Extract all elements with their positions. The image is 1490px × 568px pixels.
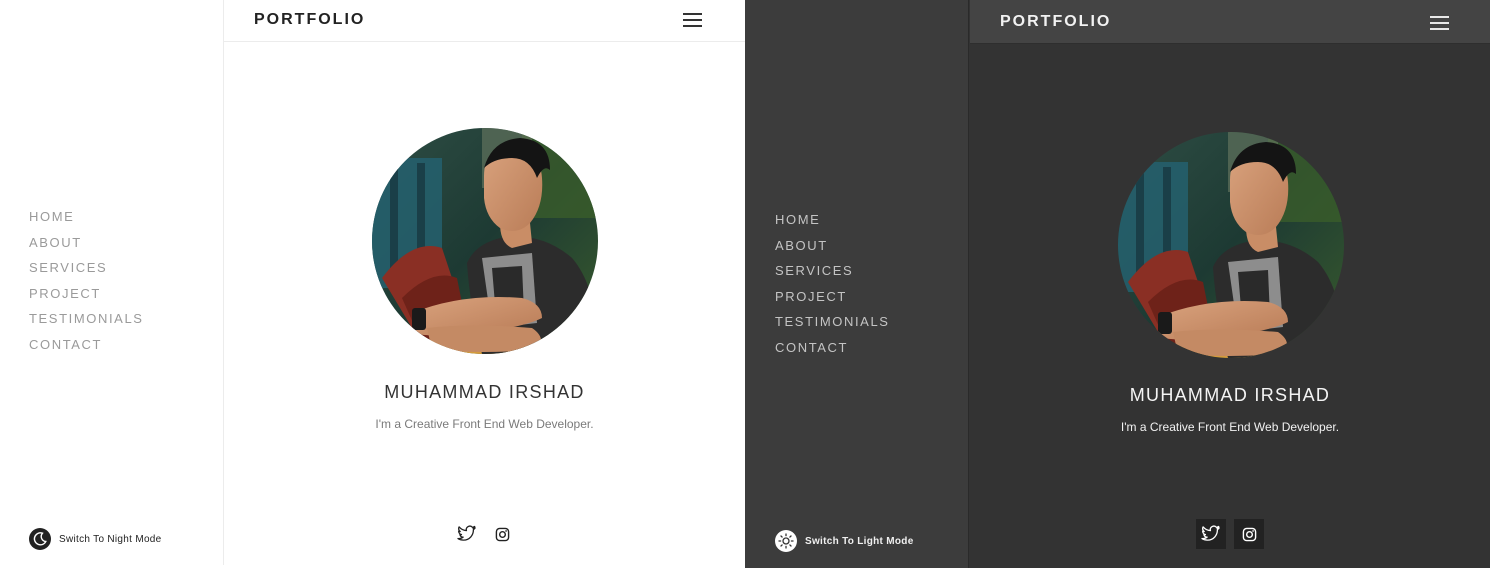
twitter-icon[interactable] [452, 519, 482, 549]
instagram-icon[interactable] [488, 519, 518, 549]
brand-logo[interactable]: PORTFOLIO [254, 11, 365, 29]
top-bar: PORTFOLIO [224, 0, 745, 42]
nav-item-contact[interactable]: CONTACT [29, 336, 144, 362]
brand-logo[interactable]: PORTFOLIO [1000, 13, 1111, 31]
light-mode-toggle[interactable]: Switch To Light Mode [775, 530, 914, 552]
profile-avatar [372, 128, 598, 354]
nav-item-home[interactable]: HOME [29, 208, 144, 234]
sidebar-nav: HOME ABOUT SERVICES PROJECT TESTIMONIALS… [775, 211, 890, 364]
profile-name: MUHAMMAD IRSHAD [1129, 385, 1331, 405]
hero-section: MUHAMMAD IRSHAD I'm a Creative Front End… [224, 43, 745, 565]
nav-item-home[interactable]: HOME [775, 211, 890, 237]
nav-item-about[interactable]: ABOUT [29, 234, 144, 260]
profile-tagline: I'm a Creative Front End Web Developer. [375, 417, 594, 431]
sidebar-nav: HOME ABOUT SERVICES PROJECT TESTIMONIALS… [29, 208, 144, 361]
top-bar: PORTFOLIO [970, 0, 1490, 44]
instagram-icon[interactable] [1234, 519, 1264, 549]
hero-section: MUHAMMAD IRSHAD I'm a Creative Front End… [970, 45, 1490, 568]
nav-item-testimonials[interactable]: TESTIMONIALS [29, 310, 144, 336]
profile-tagline: I'm a Creative Front End Web Developer. [1120, 420, 1340, 434]
twitter-icon[interactable] [1196, 519, 1226, 549]
social-links [224, 519, 745, 549]
nav-item-contact[interactable]: CONTACT [775, 339, 890, 365]
mode-toggle-label: Switch To Light Mode [805, 535, 914, 547]
moon-icon [29, 528, 51, 550]
nav-item-project[interactable]: PROJECT [29, 285, 144, 311]
hamburger-menu-icon[interactable] [1430, 15, 1450, 31]
light-mode-panel: HOME ABOUT SERVICES PROJECT TESTIMONIALS… [0, 0, 745, 568]
profile-avatar [1118, 132, 1344, 358]
sidebar: HOME ABOUT SERVICES PROJECT TESTIMONIALS… [745, 0, 969, 568]
nav-item-services[interactable]: SERVICES [775, 262, 890, 288]
nav-item-services[interactable]: SERVICES [29, 259, 144, 285]
profile-name: MUHAMMAD IRSHAD [384, 382, 585, 402]
sun-icon [775, 530, 797, 552]
night-mode-toggle[interactable]: Switch To Night Mode [29, 528, 162, 550]
nav-item-testimonials[interactable]: TESTIMONIALS [775, 313, 890, 339]
dark-mode-panel: HOME ABOUT SERVICES PROJECT TESTIMONIALS… [745, 0, 1490, 568]
hamburger-menu-icon[interactable] [683, 12, 703, 28]
sidebar: HOME ABOUT SERVICES PROJECT TESTIMONIALS… [0, 0, 224, 565]
nav-item-project[interactable]: PROJECT [775, 288, 890, 314]
social-links [970, 519, 1490, 549]
mode-toggle-label: Switch To Night Mode [59, 533, 162, 545]
nav-item-about[interactable]: ABOUT [775, 237, 890, 263]
